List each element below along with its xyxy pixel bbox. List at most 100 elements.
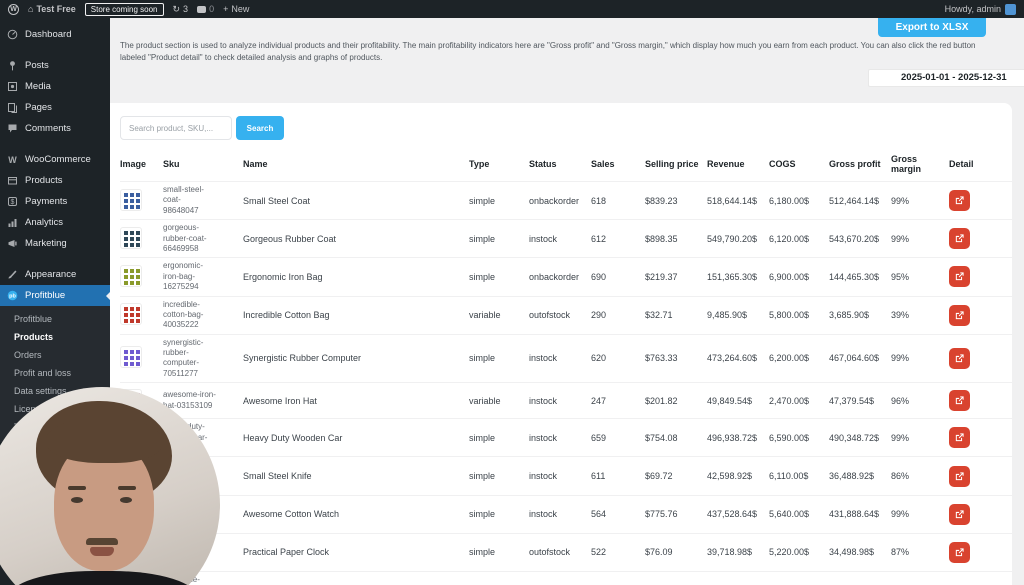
cell-name: Gorgeous Rubber Coat [243, 233, 337, 244]
table-row: synergistic- rubber- computer- 70511277 … [120, 333, 1012, 383]
sidebar-item-pages[interactable]: Pages [0, 97, 110, 118]
cell-cogs: 6,900.00$ [769, 271, 810, 282]
search-input[interactable] [120, 116, 232, 140]
cell-gross-margin: 99% [891, 195, 910, 206]
product-detail-button[interactable] [949, 465, 970, 487]
product-detail-button[interactable] [949, 427, 970, 449]
sidebar-item-analytics[interactable]: Analytics [0, 212, 110, 233]
col-status: Status [529, 159, 557, 169]
export-xlsx-button[interactable]: Export to XLSX [878, 18, 986, 37]
submenu-item-orders[interactable]: Orders [0, 346, 110, 364]
product-thumbnail [120, 264, 142, 287]
cell-gross-profit: 36,488.92$ [829, 471, 875, 481]
submenu-item-products[interactable]: Products [0, 328, 110, 346]
cell-cogs: 6,180.00$ [769, 195, 810, 206]
product-detail-button[interactable] [949, 228, 970, 250]
cell-type: simple [469, 271, 496, 282]
table-row: small-steel- knife- 627842 Small Steel K… [120, 456, 1012, 494]
product-detail-button[interactable] [949, 190, 970, 212]
cell-gross-margin: 99% [891, 509, 910, 520]
sidebar-item-products[interactable]: Products [0, 170, 110, 191]
sidebar-item-payments[interactable]: $ Payments [0, 191, 110, 212]
cell-name: Awesome Cotton Watch [243, 509, 340, 520]
comments-bubble-icon [197, 5, 207, 13]
user-avatar[interactable] [1005, 3, 1016, 15]
table-row: heavy-duty- wooden-car- 65810507 Heavy D… [120, 418, 1012, 456]
woocommerce-icon: W [8, 154, 17, 165]
cell-sku: synergistic- rubber- computer- 70511277 [163, 337, 204, 378]
submenu-item-profit-and-loss[interactable]: Profit and loss [0, 364, 110, 382]
sidebar-label: Analytics [25, 217, 64, 228]
webcam-person-eye [120, 497, 132, 503]
howdy-label[interactable]: Howdy, admin [945, 4, 1001, 14]
cell-sku: small-steel- coat- 98648047 [163, 185, 204, 215]
cell-selling-price: $76.09 [645, 547, 673, 558]
svg-text:pb: pb [9, 294, 16, 300]
comments-count: 0 [209, 4, 215, 14]
cell-gross-profit: 144,465.30$ [829, 271, 880, 282]
date-range-input[interactable]: 2025-01-01 - 2025-12-31 [868, 69, 1024, 87]
sidebar-label: Comments [25, 123, 71, 134]
external-link-icon [955, 471, 964, 480]
sidebar-item-posts[interactable]: Posts [0, 55, 110, 76]
cell-status: outofstock [529, 310, 571, 321]
dollar-icon: $ [7, 196, 18, 207]
sidebar-item-appearance[interactable]: Appearance [0, 264, 110, 285]
external-link-icon [955, 234, 964, 243]
megaphone-icon [7, 238, 18, 249]
cell-type: simple [469, 547, 496, 558]
cell-gross-margin: 99% [891, 233, 910, 244]
table-header: Image Sku Name Type Status Sales Selling… [120, 148, 1012, 181]
sidebar-label: WooCommerce [25, 154, 91, 165]
external-link-icon [955, 196, 964, 205]
wp-logo-menu[interactable]: W [8, 3, 19, 15]
cell-status: instock [529, 353, 558, 364]
sidebar-item-marketing[interactable]: Marketing [0, 233, 110, 254]
sidebar-item-dashboard[interactable]: Dashboard [0, 24, 110, 45]
product-thumbnail [120, 303, 142, 326]
cell-gross-profit: 431,888.64$ [829, 509, 880, 520]
col-sales: Sales [591, 159, 615, 169]
col-name: Name [243, 159, 268, 169]
cell-sales: 522 [591, 547, 607, 558]
cell-cogs: 6,200.00$ [769, 353, 810, 364]
search-button[interactable]: Search [236, 116, 284, 140]
new-content-link[interactable]: + New [223, 4, 249, 14]
table-row: small-steel- coat- 98648047 Small Steel … [120, 181, 1012, 219]
webcam-person-eye [71, 497, 83, 503]
col-sku: Sku [163, 159, 180, 169]
cell-name: Small Steel Knife [243, 471, 312, 481]
new-label: New [231, 4, 250, 14]
sidebar-item-comments[interactable]: Comments [0, 118, 110, 139]
cell-sku: awesome-iron- hat-03153109 [163, 390, 216, 410]
profitblue-logo-icon: pb [7, 290, 18, 301]
sidebar-item-woocommerce[interactable]: W WooCommerce [0, 149, 110, 170]
cell-selling-price: $763.33 [645, 353, 678, 364]
cell-selling-price: $839.23 [645, 195, 678, 206]
updates-link[interactable]: ↻ 3 [173, 4, 189, 14]
sidebar-item-media[interactable]: Media [0, 76, 110, 97]
external-link-icon [955, 548, 964, 557]
cell-type: simple [469, 471, 496, 481]
site-name-link[interactable]: ⌂ Test Free [28, 4, 76, 14]
cell-type: simple [469, 509, 496, 520]
sidebar-item-profitblue[interactable]: pb Profitblue [0, 285, 110, 306]
external-link-icon [955, 354, 964, 363]
product-detail-button[interactable] [949, 390, 970, 412]
product-detail-button[interactable] [949, 541, 970, 563]
cell-gross-margin: 39% [891, 310, 910, 321]
product-detail-button[interactable] [949, 266, 970, 288]
cell-gross-profit: 543,670.20$ [829, 233, 880, 244]
table-row: awesome-iron- hat-03153109 Awesome Iron … [120, 382, 1012, 418]
product-detail-button[interactable] [949, 347, 970, 369]
submenu-item-profitblue[interactable]: Profitblue [0, 310, 110, 328]
cell-sales: 618 [591, 195, 607, 206]
cell-type: variable [469, 310, 501, 321]
product-detail-button[interactable] [949, 304, 970, 326]
cell-revenue: 473,264.60$ [707, 353, 758, 364]
product-detail-button[interactable] [949, 503, 970, 525]
cell-type: simple [469, 233, 496, 244]
cell-status: instock [529, 233, 558, 244]
comments-link[interactable]: 0 [197, 4, 214, 14]
webcam-person-mustache [86, 538, 118, 545]
